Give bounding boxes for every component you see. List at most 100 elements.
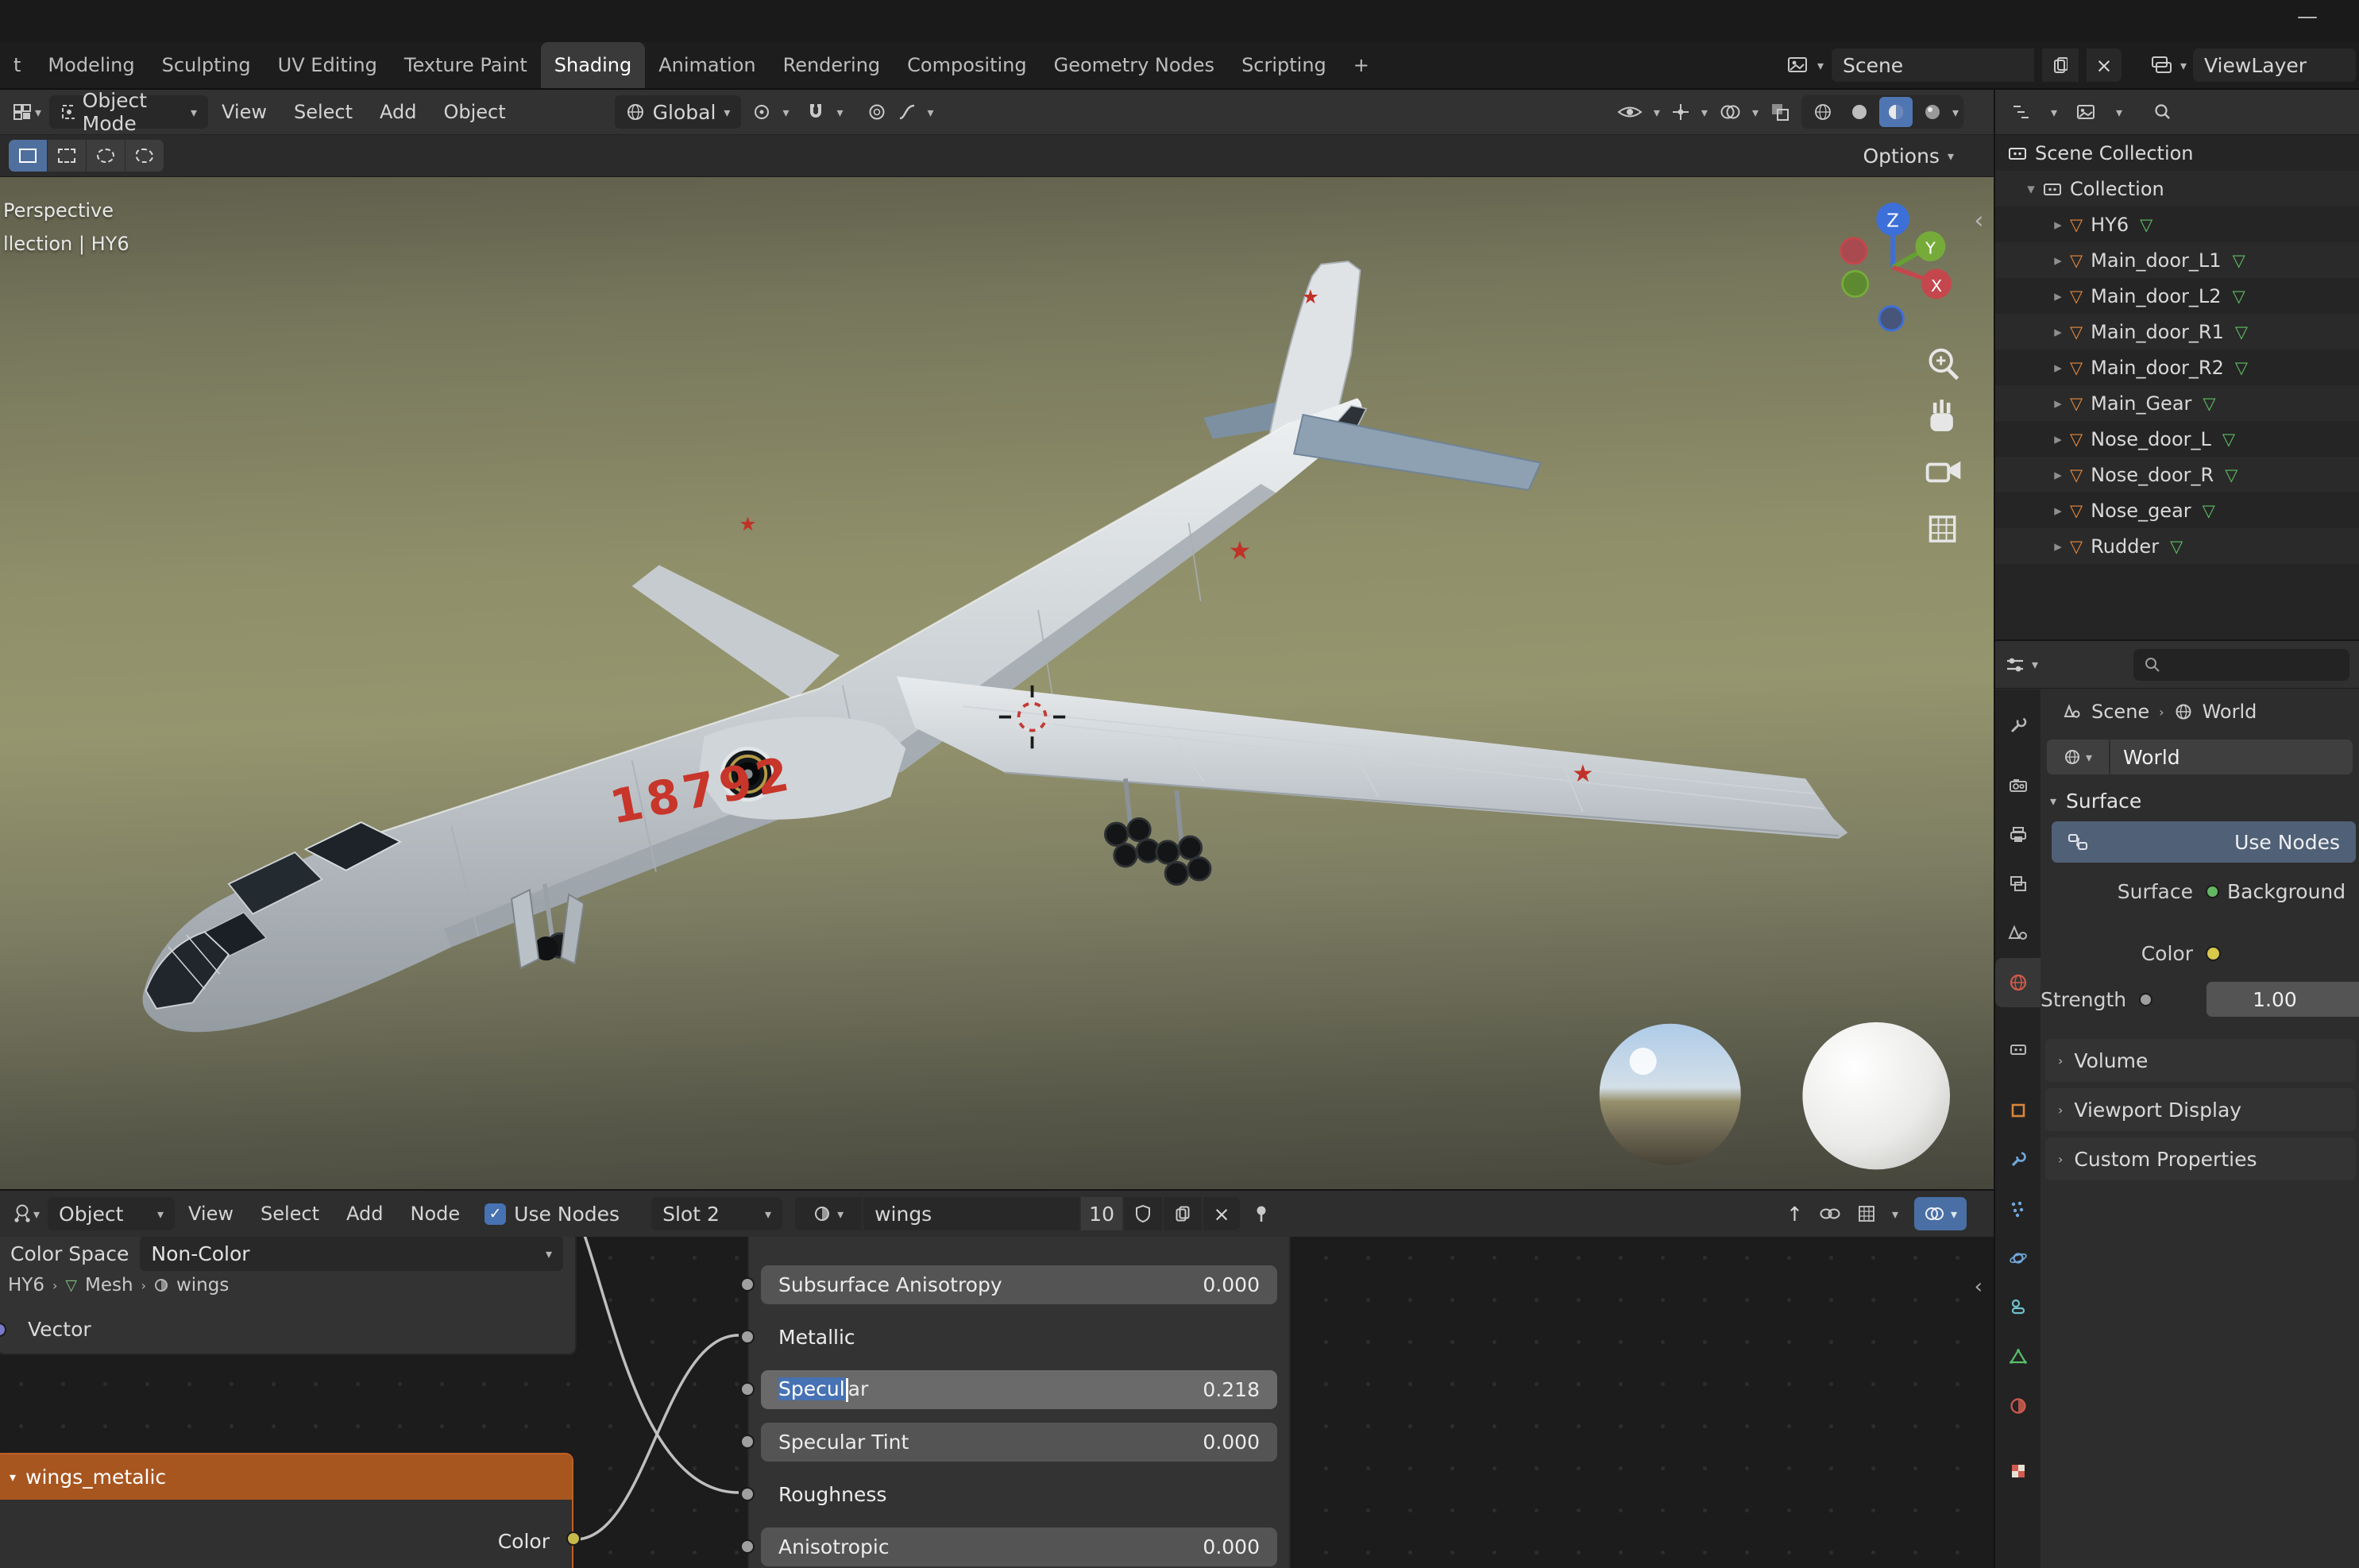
- chevron-down-icon[interactable]: ▾: [2180, 58, 2187, 73]
- world-browse-button[interactable]: ▾: [2047, 740, 2109, 774]
- image-texture-node[interactable]: Color Space Non-Color ▾ Vector: [0, 1237, 577, 1355]
- ortho-grid-button[interactable]: [1929, 516, 1956, 543]
- material-browse-button[interactable]: ▾: [795, 1197, 863, 1230]
- camera-view-button[interactable]: [1925, 461, 1961, 483]
- scene-name-field[interactable]: Scene: [1831, 48, 2034, 82]
- chevron-down-icon[interactable]: ▾: [1817, 58, 1824, 73]
- disclosure-closed-icon[interactable]: ▸: [2046, 216, 2070, 234]
- anisotropic-slider[interactable]: Anisotropic 0.000: [761, 1527, 1277, 1566]
- chevron-down-icon[interactable]: ▾: [2051, 105, 2057, 120]
- add-workspace-button[interactable]: +: [1340, 42, 1383, 88]
- surface-panel-header[interactable]: ▾ Surface: [2040, 780, 2359, 821]
- chevron-down-icon[interactable]: ▾: [35, 105, 41, 120]
- specular-tint-socket[interactable]: [740, 1435, 755, 1449]
- menu-add[interactable]: Add: [366, 101, 430, 123]
- outliner-row-object[interactable]: ▸ ▽ Main_door_L1 ▽: [1995, 242, 2359, 278]
- vector-input-socket[interactable]: [0, 1323, 6, 1337]
- viewport-display-panel-header[interactable]: › Viewport Display: [2045, 1088, 2356, 1131]
- chevron-down-icon[interactable]: ▾: [836, 105, 843, 120]
- disclosure-closed-icon[interactable]: ▸: [2046, 288, 2070, 305]
- tab-modifiers[interactable]: [1995, 1135, 2040, 1184]
- snap-magnet-icon[interactable]: [806, 102, 825, 122]
- search-icon[interactable]: [2152, 102, 2173, 122]
- menu-select[interactable]: Select: [280, 101, 366, 123]
- mode-selector[interactable]: Object Mode ▾: [49, 89, 209, 135]
- disclosure-closed-icon[interactable]: ▸: [2046, 466, 2070, 484]
- breadcrumb-scene[interactable]: Scene: [2091, 701, 2149, 723]
- editor-type-shader-icon[interactable]: [11, 1203, 33, 1225]
- 3d-viewport[interactable]: Perspective llection | HY6 ★ 18792 ★ ★ ★…: [0, 177, 1994, 1189]
- display-mode-icon[interactable]: [2076, 103, 2097, 121]
- outliner-row-collection[interactable]: ▾ Collection: [1995, 171, 2359, 207]
- select-tweak-tool[interactable]: [9, 140, 47, 172]
- transform-orientation-selector[interactable]: Global ▾: [614, 95, 742, 129]
- unlink-material-button[interactable]: ×: [1203, 1197, 1241, 1230]
- volume-panel-header[interactable]: › Volume: [2045, 1039, 2356, 1082]
- tab-object[interactable]: [1995, 1086, 2040, 1135]
- workspace-tab-texture-paint[interactable]: Texture Paint: [391, 42, 541, 88]
- metallic-input-row[interactable]: Metallic: [761, 1318, 1277, 1357]
- workspace-tab-modeling[interactable]: Modeling: [34, 42, 148, 88]
- material-name-field[interactable]: wings: [863, 1197, 1080, 1230]
- pivot-point-icon[interactable]: [752, 102, 771, 122]
- gizmo-toggle-icon[interactable]: [1671, 102, 1690, 122]
- menu-node[interactable]: Node: [397, 1203, 474, 1225]
- select-box-tool[interactable]: [48, 140, 86, 172]
- roughness-input-row[interactable]: Roughness: [761, 1475, 1277, 1514]
- roughness-socket[interactable]: [740, 1487, 755, 1501]
- outliner-row-object[interactable]: ▸ ▽ Main_door_L2 ▽: [1995, 278, 2359, 314]
- select-circle-tool[interactable]: [87, 140, 125, 172]
- specular-socket[interactable]: [740, 1382, 755, 1396]
- wings-metalic-node[interactable]: ▾ wings_metalic Color: [0, 1453, 581, 1568]
- minimize-button[interactable]: —: [2297, 5, 2318, 29]
- navigation-gizmo[interactable]: Z Y X: [1840, 203, 1952, 332]
- shading-solid-button[interactable]: [1843, 97, 1876, 127]
- copy-scene-button[interactable]: [2041, 48, 2079, 82]
- chevron-down-icon[interactable]: ▾: [1752, 105, 1759, 120]
- go-to-parent-node-button[interactable]: ↑: [1786, 1203, 1803, 1226]
- editor-type-outliner-icon[interactable]: [2011, 102, 2032, 122]
- falloff-curve-icon[interactable]: [898, 102, 917, 122]
- chevron-down-icon[interactable]: ▾: [1701, 105, 1708, 120]
- visibility-eye-icon[interactable]: [1617, 103, 1643, 121]
- tab-object-data[interactable]: [1995, 1332, 2040, 1381]
- proportional-edit-icon[interactable]: [867, 102, 886, 122]
- anisotropic-socket[interactable]: [740, 1539, 755, 1554]
- color-output-socket[interactable]: [566, 1531, 581, 1546]
- menu-object[interactable]: Object: [430, 101, 519, 123]
- scene-browse-icon[interactable]: [1787, 55, 1811, 75]
- subsurface-anisotropy-socket[interactable]: [740, 1277, 755, 1292]
- shader-type-selector[interactable]: Object ▾: [48, 1197, 176, 1230]
- chevron-down-icon[interactable]: ▾: [928, 105, 934, 120]
- workspace-tab-layout[interactable]: t: [0, 42, 34, 88]
- principled-bsdf-node[interactable]: Subsurface Anisotropy 0.000 Metallic Spe…: [740, 1237, 1291, 1568]
- color-swatch[interactable]: [2206, 945, 2221, 961]
- outliner-row-object[interactable]: ▸ ▽ HY6 ▽: [1995, 207, 2359, 242]
- select-lasso-tool[interactable]: [125, 140, 164, 172]
- tool-options-dropdown[interactable]: Options ▾: [1863, 145, 1955, 168]
- path-object[interactable]: HY6: [8, 1275, 44, 1296]
- world-name-field[interactable]: World: [2110, 740, 2353, 774]
- path-material[interactable]: wings: [176, 1275, 229, 1296]
- wings-metalic-node-header[interactable]: ▾ wings_metalic: [0, 1454, 572, 1500]
- tab-material[interactable]: [1995, 1381, 2040, 1431]
- shading-material-preview-button[interactable]: [1878, 97, 1913, 127]
- tab-render[interactable]: [1995, 761, 2040, 810]
- workspace-tab-shading[interactable]: Shading: [540, 42, 646, 88]
- workspace-tab-geometry-nodes[interactable]: Geometry Nodes: [1041, 42, 1228, 88]
- disclosure-closed-icon[interactable]: ▸: [2046, 502, 2070, 519]
- chevron-down-icon[interactable]: ▾: [782, 105, 789, 120]
- menu-add[interactable]: Add: [333, 1203, 396, 1225]
- zoom-button[interactable]: [1929, 348, 1959, 380]
- tab-constraints[interactable]: [1995, 1283, 2040, 1332]
- custom-properties-panel-header[interactable]: › Custom Properties: [2045, 1137, 2356, 1180]
- xray-toggle-icon[interactable]: [1770, 102, 1790, 122]
- material-users-count[interactable]: 10: [1081, 1197, 1123, 1230]
- outliner-row-object[interactable]: ▸ ▽ Main_Gear ▽: [1995, 385, 2359, 421]
- pan-hand-button[interactable]: [1930, 400, 1953, 431]
- outliner-row-object[interactable]: ▸ ▽ Nose_door_L ▽: [1995, 421, 2359, 457]
- region-collapse-chevron[interactable]: ‹: [1974, 207, 1983, 234]
- breadcrumb-world[interactable]: World: [2203, 701, 2257, 723]
- use-nodes-button[interactable]: Use Nodes: [2052, 821, 2356, 863]
- workspace-tab-compositing[interactable]: Compositing: [894, 42, 1040, 88]
